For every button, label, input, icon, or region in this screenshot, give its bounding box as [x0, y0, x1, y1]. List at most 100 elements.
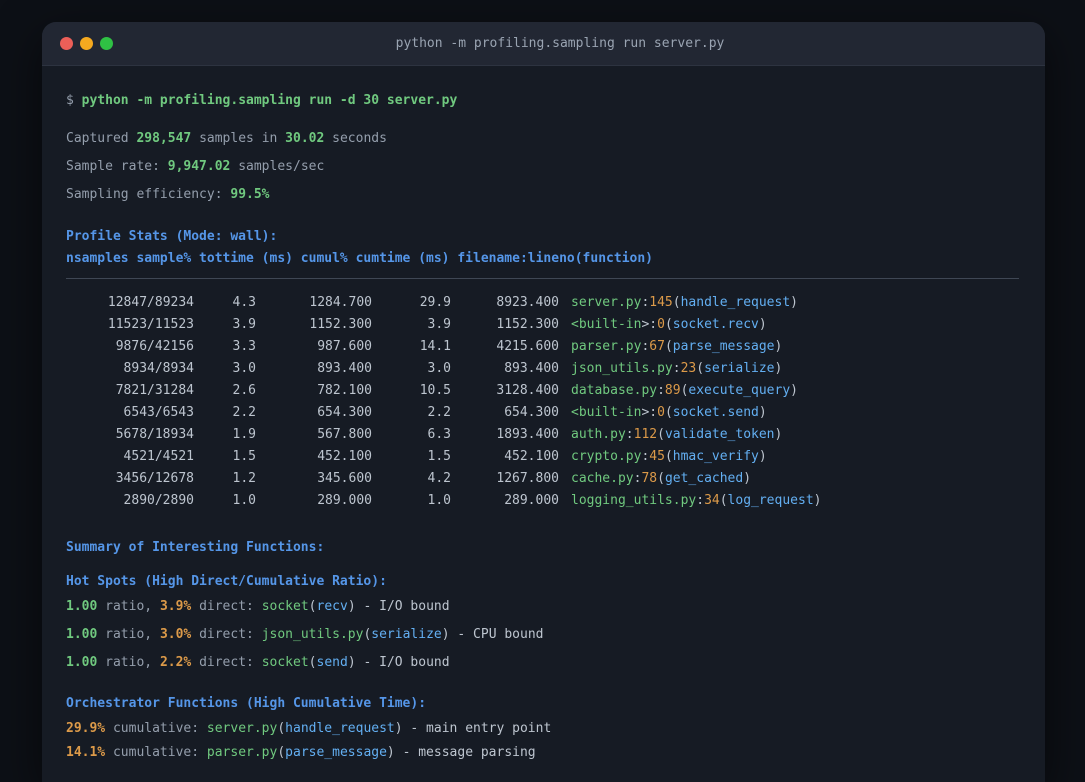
text-run: parser.py [206, 745, 278, 760]
text-run: samples/sec [230, 159, 325, 174]
cumtime-cell: 654.300 [504, 405, 559, 420]
summary-line: 1.00 ratio, 3.0% direct: json_utils.py(s… [66, 624, 1019, 646]
profile-stats-title: Profile Stats (Mode: wall): [66, 229, 278, 244]
tottime-cell: 654.300 [317, 405, 372, 420]
text-run: ) [394, 721, 403, 736]
maximize-button[interactable] [100, 37, 113, 50]
summary-line: 1.00 ratio, 2.2% direct: socket(send) - … [66, 652, 1019, 674]
text-run: ratio, [97, 627, 160, 642]
text-run: serialize [371, 627, 442, 642]
sampling-efficiency-line: Sampling efficiency: 99.5% [66, 184, 1019, 206]
function-name: get_cached [664, 471, 744, 486]
close-paren: ) [743, 471, 752, 486]
open-paren: ( [719, 493, 728, 508]
cumul-pct-cell: 2.2 [427, 405, 451, 420]
nsamples-cell: 2890/2890 [123, 493, 194, 508]
function-cell: parser.py:67(parse_message) [571, 336, 782, 358]
table-row: 5678/18934 1.9 567.800 6.3 1893.400 auth.py:1… [66, 424, 1019, 446]
cumtime-cell: 1893.400 [496, 427, 559, 442]
tottime-cell: 782.100 [317, 383, 372, 398]
sample-rate-line: Sample rate: 9,947.02 samples/sec [66, 156, 1019, 178]
sample-pct-cell: 1.9 [232, 427, 256, 442]
function-cell: <built-in>:0(socket.send) [571, 402, 767, 424]
nsamples-cell: 9876/42156 [115, 339, 194, 354]
separator: : [672, 361, 681, 376]
sample-pct-cell: 1.2 [232, 471, 256, 486]
text-run: ratio, [97, 599, 160, 614]
line-number: 145 [649, 295, 673, 310]
text-run: - CPU bound [449, 627, 544, 642]
text-run: 1.00 [66, 599, 98, 614]
text-run: send [316, 655, 348, 670]
text-run: - message parsing [394, 745, 536, 760]
function-name: serialize [704, 361, 775, 376]
text-run: seconds [324, 131, 387, 146]
function-cell: database.py:89(execute_query) [571, 380, 798, 402]
cumul-pct-cell: 14.1 [419, 339, 451, 354]
sample-pct-cell: 1.0 [232, 493, 256, 508]
function-cell: json_utils.py:23(serialize) [571, 358, 782, 380]
cumtime-cell: 8923.400 [496, 295, 559, 310]
line-number: 0 [657, 405, 665, 420]
table-row: 8934/8934 3.0 893.400 3.0 893.400 json_utils.… [66, 358, 1019, 380]
nsamples-cell: 12847/89234 [107, 295, 194, 310]
function-name: log_request [727, 493, 814, 508]
tottime-cell: 452.100 [317, 449, 372, 464]
text-run: recv [316, 599, 348, 614]
text-run: 1.00 [66, 627, 98, 642]
cumul-pct-cell: 10.5 [419, 383, 451, 398]
text-run: samples in [191, 131, 286, 146]
minimize-button[interactable] [80, 37, 93, 50]
tottime-cell: 893.400 [317, 361, 372, 376]
file-name: cache.py [571, 471, 634, 486]
function-cell: cache.py:78(get_cached) [571, 468, 751, 490]
text-run: ( [308, 655, 317, 670]
separator: : [657, 383, 665, 398]
table-row: 6543/6543 2.2 654.300 2.2 654.300 <built-in>:… [66, 402, 1019, 424]
text-run: 298,547 [136, 131, 192, 146]
open-paren: ( [696, 361, 705, 376]
cumul-pct-cell: 3.0 [427, 361, 451, 376]
text-run: - I/O bound [355, 655, 450, 670]
line-number: 67 [649, 339, 665, 354]
separator: >: [641, 317, 658, 332]
open-paren: ( [664, 449, 673, 464]
text-run: direct: [191, 627, 262, 642]
file-name: server.py [571, 295, 642, 310]
sample-pct-cell: 3.0 [232, 361, 256, 376]
close-paren: ) [790, 295, 798, 310]
close-paren: ) [813, 493, 822, 508]
line-number: 112 [633, 427, 658, 442]
function-name: socket.recv [672, 317, 759, 332]
orchestrator-lines: 29.9% cumulative: server.py(handle_reque… [66, 718, 1019, 764]
nsamples-cell: 4521/4521 [123, 449, 194, 464]
close-paren: ) [774, 361, 783, 376]
file-name: parser.py [571, 339, 642, 354]
table-row: 3456/12678 1.2 345.600 4.2 1267.800 cache.py:… [66, 468, 1019, 490]
function-cell: server.py:145(handle_request) [571, 292, 798, 314]
titlebar[interactable]: python -m profiling.sampling run server.… [42, 22, 1045, 66]
table-row: 12847/89234 4.3 1284.700 29.9 8923.400 server… [66, 292, 1019, 314]
line-number: 23 [680, 361, 697, 376]
window-title: python -m profiling.sampling run server.… [395, 36, 725, 51]
close-paren: ) [758, 317, 767, 332]
text-run: handle_request [285, 721, 395, 736]
cumtime-cell: 893.400 [504, 361, 559, 376]
command-line: $ python -m profiling.sampling run -d 30… [66, 90, 1019, 112]
cumtime-cell: 4215.600 [496, 339, 559, 354]
text-run: ) [441, 627, 450, 642]
traffic-lights [60, 37, 113, 50]
tottime-cell: 345.600 [317, 471, 372, 486]
table-row: 4521/4521 1.5 452.100 1.5 452.100 crypto.py:4… [66, 446, 1019, 468]
file-name: json_utils.py [571, 361, 673, 376]
text-run: - I/O bound [355, 599, 450, 614]
table-divider [66, 278, 1019, 279]
close-button[interactable] [60, 37, 73, 50]
open-paren: ( [664, 317, 673, 332]
sample-pct-cell: 4.3 [232, 295, 256, 310]
tottime-cell: 987.600 [317, 339, 372, 354]
text-run: server.py [206, 721, 278, 736]
cumul-pct-cell: 3.9 [427, 317, 451, 332]
text-run: ( [277, 745, 286, 760]
captured-samples-line: Captured 298,547 samples in 30.02 second… [66, 128, 1019, 150]
